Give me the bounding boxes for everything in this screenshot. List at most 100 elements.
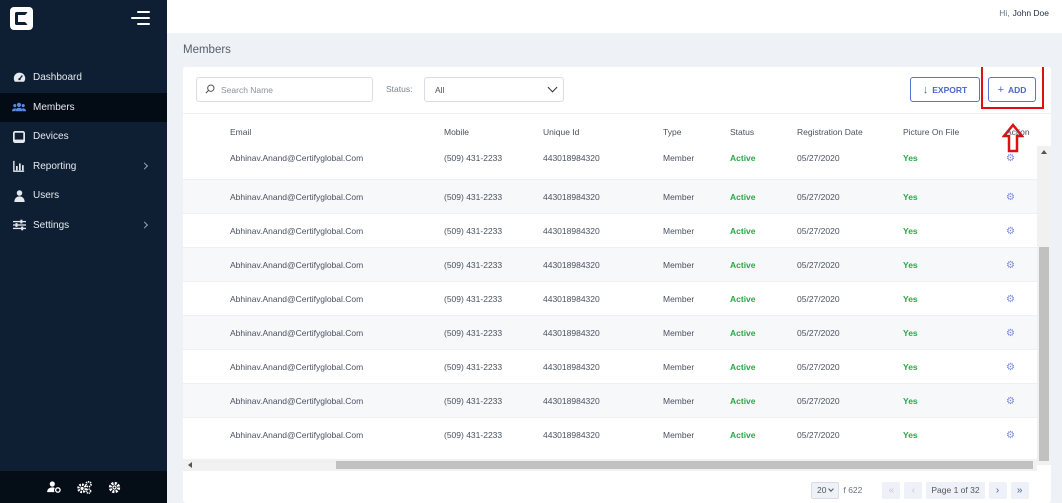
gear-icon[interactable]: ⚙: [1006, 153, 1015, 164]
page-title: Members: [183, 44, 231, 56]
gear-icon[interactable]: ⚙: [1006, 192, 1015, 203]
column-header[interactable]: Type: [663, 127, 681, 137]
table-row[interactable]: Abhinav.Anand@Certifyglobal.Com (509) 431…: [183, 146, 1043, 180]
last-page-icon[interactable]: »: [1010, 481, 1029, 499]
user-name: John Doe: [1012, 8, 1049, 18]
cell-type: Member: [663, 192, 695, 202]
cell-pic: Yes: [903, 294, 918, 304]
cell-status: Active: [730, 294, 756, 304]
gear-icon[interactable]: ⚙: [1006, 396, 1015, 407]
cell-status: Active: [730, 226, 756, 236]
table-row[interactable]: Abhinav.Anand@Certifyglobal.Com (509) 431…: [183, 384, 1043, 418]
horizontal-scrollbar[interactable]: [183, 459, 1037, 471]
cell-type: Member: [663, 328, 695, 338]
gear-icon[interactable]: ⚙: [1006, 294, 1015, 305]
table-row[interactable]: Abhinav.Anand@Certifyglobal.Com (509) 431…: [183, 248, 1043, 282]
scroll-left-icon[interactable]: [188, 462, 192, 468]
page-size-select[interactable]: 20: [811, 481, 840, 499]
sidebar-item-reporting[interactable]: Reporting: [0, 152, 167, 182]
cell-reg: 05/27/2020: [797, 260, 840, 270]
gear-icon[interactable]: ⚙: [1006, 260, 1015, 271]
members-icon: [12, 100, 26, 114]
cell-status: Active: [730, 328, 756, 338]
chevron-right-icon: [140, 162, 149, 170]
cell-pic: Yes: [903, 430, 918, 440]
column-header[interactable]: Status: [730, 127, 754, 137]
cell-type: Member: [663, 362, 695, 372]
page-info: Page 1 of 32: [926, 481, 985, 499]
sidebar-nav: Dashboard Members Devices Reporting User…: [0, 63, 167, 240]
cell-email: Abhinav.Anand@Certifyglobal.Com: [230, 396, 364, 406]
gear-icon[interactable]: ⚙: [1006, 362, 1015, 373]
gear-icon[interactable]: ⚙: [1006, 430, 1015, 441]
column-header[interactable]: Email: [230, 127, 251, 137]
status-label: Status:: [386, 84, 413, 94]
prev-page-icon[interactable]: ‹: [904, 481, 923, 499]
cell-uid: 443018984320: [543, 328, 600, 338]
cell-reg: 05/27/2020: [797, 396, 840, 406]
cell-email: Abhinav.Anand@Certifyglobal.Com: [230, 430, 364, 440]
sidebar-item-label: Members: [33, 101, 75, 113]
cell-type: Member: [663, 294, 695, 304]
column-header[interactable]: Picture On File: [903, 127, 959, 137]
user-settings-icon[interactable]: [46, 481, 61, 493]
sidebar-item-label: Devices: [33, 131, 69, 143]
export-button[interactable]: ↓ EXPORT: [910, 77, 980, 102]
table-row[interactable]: Abhinav.Anand@Certifyglobal.Com (509) 431…: [183, 316, 1043, 350]
column-header[interactable]: Mobile: [444, 127, 469, 137]
devices-icon: [12, 130, 26, 144]
cell-uid: 443018984320: [543, 192, 600, 202]
first-page-icon[interactable]: «: [882, 481, 901, 499]
search-box[interactable]: [196, 77, 373, 102]
cell-email: Abhinav.Anand@Certifyglobal.Com: [230, 192, 364, 202]
members-card: Status: All ↓ EXPORT + ADD Email Mobile …: [183, 67, 1051, 503]
status-select[interactable]: All: [424, 77, 564, 102]
next-page-icon[interactable]: ›: [988, 481, 1007, 499]
scroll-thumb[interactable]: [1039, 247, 1049, 461]
user-greeting[interactable]: Hi, John Doe: [999, 8, 1049, 18]
cell-email: Abhinav.Anand@Certifyglobal.Com: [230, 294, 364, 304]
table-row[interactable]: Abhinav.Anand@Certifyglobal.Com (509) 431…: [183, 350, 1043, 384]
cell-reg: 05/27/2020: [797, 294, 840, 304]
cell-mobile: (509) 431-2233: [444, 362, 503, 372]
gear-icon[interactable]: [108, 481, 121, 494]
cell-reg: 05/27/2020: [797, 328, 840, 338]
scroll-thumb[interactable]: [336, 461, 1033, 469]
table-row[interactable]: Abhinav.Anand@Certifyglobal.Com (509) 431…: [183, 214, 1043, 248]
members-table: Email Mobile Unique Id Type Status Regis…: [183, 113, 1051, 441]
cell-reg: 05/27/2020: [797, 430, 840, 440]
cell-uid: 443018984320: [543, 396, 600, 406]
table-row[interactable]: Abhinav.Anand@Certifyglobal.Com (509) 431…: [183, 282, 1043, 316]
table-row[interactable]: Abhinav.Anand@Certifyglobal.Com (509) 431…: [183, 180, 1043, 214]
sidebar-item-settings[interactable]: Settings: [0, 211, 167, 241]
reporting-icon: [12, 159, 26, 173]
cogs-icon[interactable]: [76, 480, 93, 494]
sidebar-item-members[interactable]: Members: [0, 92, 167, 122]
gear-icon[interactable]: ⚙: [1006, 226, 1015, 237]
search-input[interactable]: [221, 84, 361, 95]
scroll-up-icon[interactable]: [1041, 150, 1047, 154]
cell-mobile: (509) 431-2233: [444, 260, 503, 270]
cell-status: Active: [730, 192, 756, 202]
cell-type: Member: [663, 396, 695, 406]
cell-mobile: (509) 431-2233: [444, 430, 503, 440]
column-header[interactable]: Registration Date: [797, 127, 863, 137]
add-button-highlight: [981, 67, 1044, 109]
cell-email: Abhinav.Anand@Certifyglobal.Com: [230, 226, 364, 236]
cell-type: Member: [663, 260, 695, 270]
sidebar-item-devices[interactable]: Devices: [0, 122, 167, 152]
column-header[interactable]: Action: [1006, 127, 1030, 137]
app-logo[interactable]: [10, 7, 33, 30]
menu-toggle-icon[interactable]: [131, 11, 150, 25]
sidebar-item-users[interactable]: Users: [0, 181, 167, 211]
cell-email: Abhinav.Anand@Certifyglobal.Com: [230, 153, 364, 163]
cell-uid: 443018984320: [543, 294, 600, 304]
column-header[interactable]: Unique Id: [543, 127, 579, 137]
table-row[interactable]: Abhinav.Anand@Certifyglobal.Com (509) 431…: [183, 418, 1043, 446]
chevron-right-icon: [140, 221, 149, 229]
sidebar-item-dashboard[interactable]: Dashboard: [0, 63, 167, 93]
vertical-scrollbar[interactable]: [1037, 146, 1051, 465]
cell-pic: Yes: [903, 328, 918, 338]
settings-sliders-icon: [12, 218, 26, 232]
gear-icon[interactable]: ⚙: [1006, 328, 1015, 339]
